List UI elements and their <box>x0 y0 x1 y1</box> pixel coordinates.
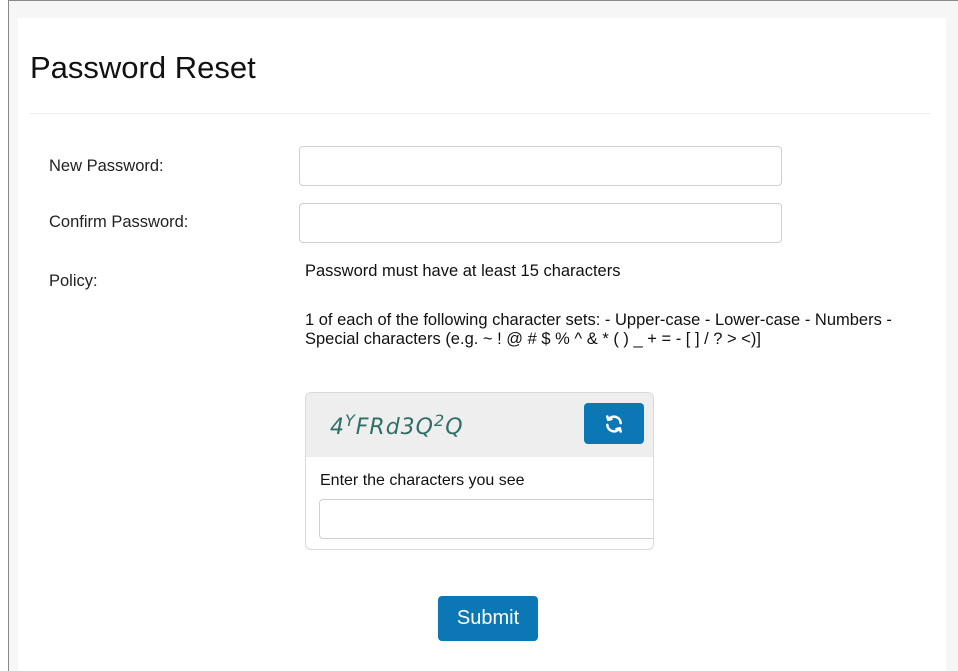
refresh-icon <box>606 414 622 433</box>
submit-button[interactable]: Submit <box>438 596 538 641</box>
confirm-password-label: Confirm Password: <box>49 213 189 231</box>
captcha-refresh-button[interactable] <box>584 403 644 444</box>
captcha-image: 4YFRd3Q2Q <box>330 411 464 440</box>
captcha-box: 4YFRd3Q2Q Enter the characters you see <box>305 392 654 550</box>
captcha-prompt: Enter the characters you see <box>320 472 525 489</box>
captcha-header: 4YFRd3Q2Q <box>306 393 653 457</box>
policy-length-text: Password must have at least 15 character… <box>305 262 621 280</box>
confirm-password-field[interactable] <box>299 203 782 243</box>
new-password-label: New Password: <box>49 157 164 175</box>
policy-label: Policy: <box>49 272 98 290</box>
captcha-char: Q <box>445 415 464 440</box>
captcha-char: 2 <box>434 411 446 430</box>
new-password-field[interactable] <box>299 146 782 186</box>
captcha-char: FRd3Q <box>355 415 434 440</box>
page-title: Password Reset <box>30 50 256 85</box>
captcha-char: 4 <box>330 415 345 440</box>
title-divider <box>30 113 930 114</box>
captcha-input[interactable] <box>319 499 653 539</box>
policy-charset-text: 1 of each of the following character set… <box>305 311 892 348</box>
captcha-char: Y <box>345 411 356 430</box>
